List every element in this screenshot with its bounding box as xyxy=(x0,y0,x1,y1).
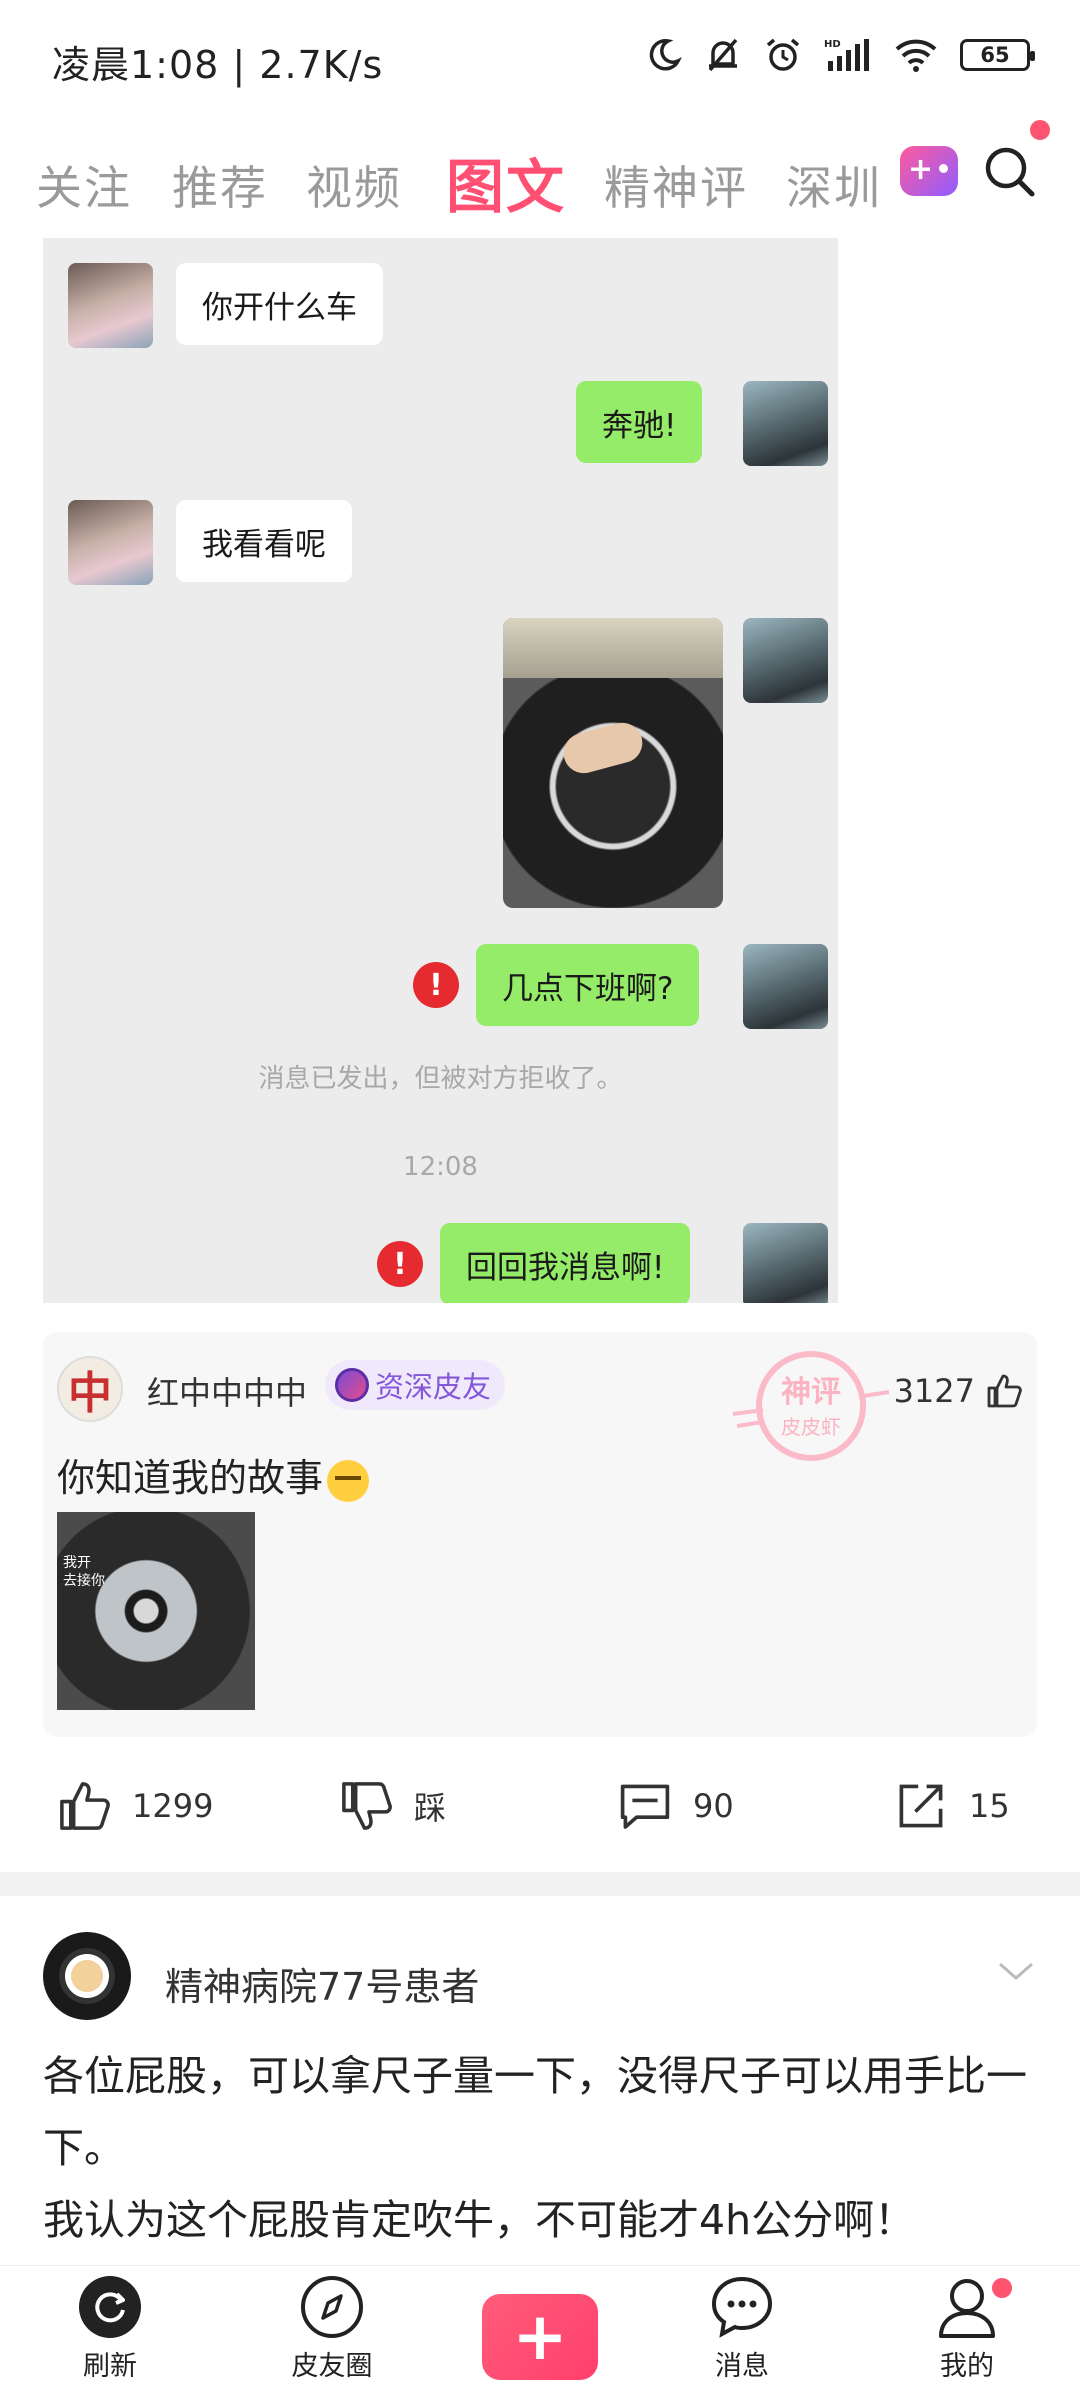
hd-signal-icon: HD xyxy=(824,39,869,71)
chat-photo-steering-wheel xyxy=(503,618,723,908)
game-icon[interactable] xyxy=(900,146,958,196)
chat-bubble-right: 奔驰! xyxy=(576,381,703,463)
chat-avatar-left xyxy=(68,263,153,348)
nav-circle-label: 皮友圈 xyxy=(291,2351,373,2382)
mute-bell-icon xyxy=(708,38,738,72)
like-count: 1299 xyxy=(132,1787,214,1825)
wifi-icon xyxy=(895,39,937,72)
user-badge: 资深皮友 xyxy=(325,1360,506,1410)
commenter-name[interactable]: 红中中中中 xyxy=(147,1368,307,1414)
post-actions: 1299 踩 90 15 xyxy=(0,1760,1080,1850)
status-time: 凌晨1:08 | 2.7K/s xyxy=(52,43,384,87)
thumbs-down-icon xyxy=(342,1782,392,1830)
nav-messages-label: 消息 xyxy=(715,2351,769,2382)
comment-image[interactable]: 我开 去接你 xyxy=(57,1512,255,1710)
tab-video[interactable]: 视频 xyxy=(306,152,402,218)
watermark-text-bottom: 皮皮虾 xyxy=(781,1415,841,1439)
poster-name[interactable]: 精神病院77号患者 xyxy=(165,1956,479,2011)
chat-avatar-right xyxy=(743,381,828,466)
caption-line-1: 我开 xyxy=(63,1555,91,1571)
poster-avatar[interactable] xyxy=(43,1932,131,2020)
dislike-button[interactable]: 踩 xyxy=(338,1778,446,1834)
bottom-nav: 刷新 皮友圈 + 消息 我的 xyxy=(0,2265,1080,2400)
status-icons: HD 65 xyxy=(646,36,1035,74)
tab-follow[interactable]: 关注 xyxy=(36,152,132,218)
comment-icon xyxy=(620,1784,670,1829)
status-bar: 凌晨1:08 | 2.7K/s HD 65 xyxy=(0,0,1080,120)
post-text-line-2: 我认为这个屁股肯定吹牛，不可能才4h公分啊！ xyxy=(43,2196,916,2244)
thumbs-up-icon xyxy=(60,1782,110,1830)
top-comment[interactable]: 中 红中中中中 资深皮友 神评 皮皮虾 3127 你知道我的故事 我开 去接你 xyxy=(43,1332,1037,1737)
comment-text: 你知道我的故事 xyxy=(57,1447,370,1502)
chat-bubble-left: 你开什么车 xyxy=(176,263,383,345)
god-comment-watermark: 神评 皮皮虾 xyxy=(732,1351,890,1461)
search-icon[interactable] xyxy=(982,144,1038,200)
chat-bubble-left: 我看看呢 xyxy=(176,500,352,582)
chat-avatar-right xyxy=(743,618,828,703)
alarm-icon xyxy=(766,38,800,71)
nav-me[interactable]: 我的 xyxy=(897,2274,1037,2383)
system-notice: 消息已发出，但被对方拒收了。 xyxy=(258,1064,623,1094)
notification-dot xyxy=(1030,120,1050,140)
dislike-label: 踩 xyxy=(414,1789,447,1827)
refresh-icon xyxy=(79,2276,141,2338)
smirk-emoji-icon xyxy=(327,1459,370,1502)
send-failed-icon: ! xyxy=(377,1241,423,1287)
svg-text:HD: HD xyxy=(824,39,841,50)
user-icon xyxy=(939,2279,995,2338)
tab-spirit-review[interactable]: 精神评 xyxy=(604,152,748,218)
share-icon xyxy=(899,1784,943,1828)
share-count: 15 xyxy=(969,1787,1010,1825)
like-button[interactable]: 1299 xyxy=(56,1778,213,1834)
tab-shenzhen[interactable]: 深圳 xyxy=(786,152,882,218)
chat-avatar-left xyxy=(68,500,153,585)
post-text-line-1: 各位屁股，可以拿尺子量一下，没得尺子可以用手比一下。 xyxy=(43,2052,1027,2172)
tab-image-text[interactable]: 图文 xyxy=(446,140,566,224)
feed-divider xyxy=(0,1872,1080,1896)
commenter-avatar[interactable]: 中 xyxy=(57,1356,123,1422)
chat-avatar-right xyxy=(743,944,828,1029)
moon-icon xyxy=(649,39,682,71)
tab-recommend[interactable]: 推荐 xyxy=(172,152,268,218)
post-text[interactable]: 各位屁股，可以拿尺子量一下，没得尺子可以用手比一下。 我认为这个屁股肯定吹牛，不… xyxy=(43,2040,1043,2256)
nav-me-label: 我的 xyxy=(940,2351,994,2382)
badge-label: 资深皮友 xyxy=(375,1370,492,1404)
watermark-text-top: 神评 xyxy=(781,1375,841,1410)
publish-button[interactable]: + xyxy=(482,2294,598,2380)
comment-text-content: 你知道我的故事 xyxy=(57,1456,324,1500)
comment-image-caption: 我开 去接你 xyxy=(63,1554,105,1590)
compass-icon xyxy=(301,2276,363,2338)
send-failed-icon: ! xyxy=(413,962,459,1008)
notification-dot xyxy=(992,2278,1012,2298)
comment-count: 90 xyxy=(693,1787,734,1825)
thumbs-up-icon xyxy=(987,1374,1022,1408)
nav-refresh[interactable]: 刷新 xyxy=(40,2274,180,2383)
post-image[interactable]: 你开什么车 奔驰! 我看看呢 几点下班啊? ! 消息已发出，但被对方拒收了。 1… xyxy=(43,238,838,1303)
nav-refresh-label: 刷新 xyxy=(83,2351,137,2382)
chevron-down-icon[interactable] xyxy=(996,1960,1036,1984)
comment-like-button[interactable]: 3127 xyxy=(894,1372,1023,1410)
chat-bubble-icon xyxy=(711,2276,773,2338)
chat-bubble-right: 几点下班啊? xyxy=(476,944,700,1026)
share-button[interactable]: 15 xyxy=(893,1778,1010,1834)
chat-timestamp: 12:08 xyxy=(403,1152,478,1182)
caption-line-2: 去接你 xyxy=(63,1573,105,1589)
nav-circle[interactable]: 皮友圈 xyxy=(262,2274,402,2383)
badge-icon xyxy=(335,1368,369,1402)
chat-bubble-right: 回回我消息啊! xyxy=(440,1223,691,1303)
comment-button[interactable]: 90 xyxy=(617,1778,734,1834)
comment-like-count: 3127 xyxy=(893,1372,975,1410)
category-tabs: 关注 推荐 视频 图文 精神评 深圳 xyxy=(0,120,1080,230)
chat-avatar-right xyxy=(743,1223,828,1303)
nav-messages[interactable]: 消息 xyxy=(672,2274,812,2383)
avatar-image xyxy=(59,1948,115,2004)
battery-icon: 65 xyxy=(960,39,1035,71)
